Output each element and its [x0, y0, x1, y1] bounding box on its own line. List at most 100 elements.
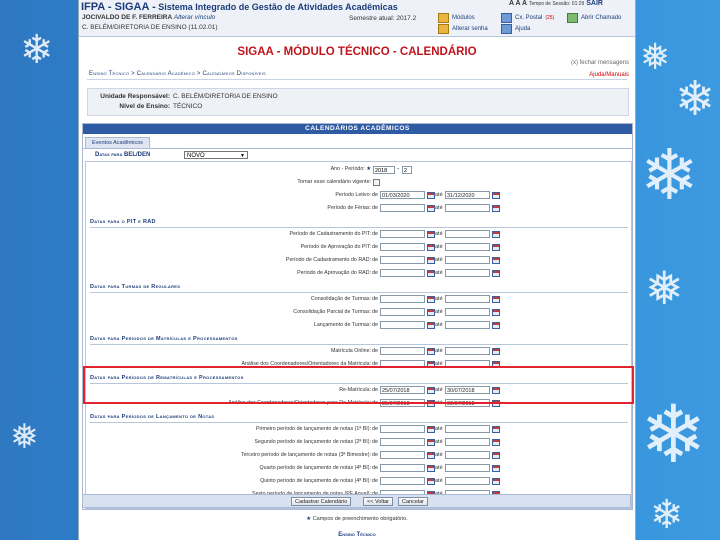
help-icon [501, 23, 512, 34]
calendar-icon[interactable] [427, 231, 435, 238]
calendar-icon[interactable] [492, 244, 500, 251]
start-date-input[interactable] [380, 347, 425, 355]
save-calendar-button[interactable]: Cadastrar Calendário [291, 497, 352, 506]
section-title: Datas para o PIT e RAD [90, 219, 628, 228]
calendar-icon[interactable] [492, 270, 500, 277]
calendar-icon[interactable] [492, 296, 500, 303]
period-input[interactable]: 2 [402, 166, 412, 174]
start-date-input[interactable] [380, 256, 425, 264]
calendar-select[interactable]: NOVO ▼ [184, 151, 248, 159]
calendar-icon[interactable] [427, 309, 435, 316]
de-label: de [372, 231, 379, 237]
end-date-input[interactable] [445, 347, 490, 355]
start-date-input[interactable]: 01/03/2020 [380, 191, 425, 199]
calendar-icon[interactable] [427, 452, 435, 459]
start-date-input[interactable] [380, 438, 425, 446]
calendar-icon[interactable] [427, 205, 435, 212]
start-date-input[interactable] [380, 308, 425, 316]
tab-eventos-academicos[interactable]: Eventos Acadêmicos [85, 137, 151, 148]
calendar-icon[interactable] [427, 426, 435, 433]
end-date-input[interactable] [445, 269, 490, 277]
calendar-icon[interactable] [492, 426, 500, 433]
end-date-input[interactable] [445, 438, 490, 446]
calendar-icon[interactable] [492, 478, 500, 485]
start-date-input[interactable] [380, 204, 425, 212]
calendar-icon[interactable] [427, 257, 435, 264]
calendar-icon[interactable] [492, 452, 500, 459]
row-label: Primeiro período de lançamento de notas … [255, 426, 371, 432]
end-date-input[interactable] [445, 451, 490, 459]
end-date-input[interactable] [445, 256, 490, 264]
calendar-icon[interactable] [492, 231, 500, 238]
snowflake-icon: ❅ [645, 261, 684, 315]
calendar-icon[interactable] [427, 296, 435, 303]
calendar-icon[interactable] [492, 465, 500, 472]
ate-label: até [435, 270, 443, 276]
start-date-input[interactable] [380, 464, 425, 472]
end-date-input[interactable] [445, 230, 490, 238]
end-date-input[interactable] [445, 204, 490, 212]
end-date-input[interactable] [445, 464, 490, 472]
calendar-icon[interactable] [492, 192, 500, 199]
font-size-control[interactable]: A A A [509, 0, 527, 7]
calendar-icon[interactable] [427, 465, 435, 472]
close-messages-link[interactable]: (x) fechar mensagens [571, 60, 629, 66]
calendar-icon[interactable] [427, 244, 435, 251]
calendar-icon[interactable] [427, 270, 435, 277]
mailbox-label: Cx. Postal [515, 14, 543, 21]
session-timer: Tempo de Sessão: 01:29 [528, 1, 585, 7]
start-date-input[interactable] [380, 321, 425, 329]
end-date-input[interactable] [445, 308, 490, 316]
calendar-icon[interactable] [427, 348, 435, 355]
snowflake-icon: ❄ [650, 492, 684, 538]
required-star-icon: ★ [306, 516, 312, 522]
date-range-row: Período de Cadastramento do PIT: de até [86, 230, 631, 240]
end-date-input[interactable] [445, 243, 490, 251]
open-ticket-button[interactable]: Abrir Chamado [567, 12, 621, 23]
de-label: de [372, 426, 379, 432]
modules-label: Módulos [452, 14, 475, 21]
ate-label: até [435, 296, 443, 302]
key-icon [438, 23, 449, 34]
logout-link[interactable]: SAIR [586, 0, 603, 7]
end-date-input[interactable] [445, 295, 490, 303]
help-manuals-link[interactable]: Ajuda/Manuais [589, 72, 629, 78]
help-button[interactable]: Ajuda [501, 23, 530, 34]
start-date-input[interactable] [380, 477, 425, 485]
start-date-input[interactable] [380, 451, 425, 459]
calendar-icon[interactable] [427, 439, 435, 446]
level-label: Nível de Ensino: [119, 103, 170, 110]
start-date-input[interactable] [380, 425, 425, 433]
calendar-icon[interactable] [427, 192, 435, 199]
required-note-text: Campos de preenchimento obrigatório. [312, 516, 408, 522]
de-label: de [372, 296, 379, 302]
start-date-input[interactable] [380, 230, 425, 238]
back-button[interactable]: << Voltar [363, 497, 394, 506]
end-date-input[interactable] [445, 477, 490, 485]
set-current-checkbox[interactable] [373, 179, 380, 186]
calendar-icon[interactable] [492, 205, 500, 212]
end-date-input[interactable] [445, 321, 490, 329]
calendar-icon[interactable] [492, 322, 500, 329]
cancel-button[interactable]: Cancelar [398, 497, 429, 506]
end-date-input[interactable] [445, 425, 490, 433]
change-password-button[interactable]: Alterar senha [438, 23, 488, 34]
mailbox-button[interactable]: Cx. Postal (25) [501, 12, 554, 23]
calendar-icon[interactable] [492, 309, 500, 316]
calendar-icon[interactable] [492, 439, 500, 446]
level-value: TÉCNICO [173, 103, 203, 110]
start-date-input[interactable] [380, 295, 425, 303]
snowflake-icon: ❄ [20, 27, 54, 73]
footer-link[interactable]: Ensino Técnico [79, 532, 635, 538]
start-date-input[interactable] [380, 243, 425, 251]
modules-button[interactable]: Módulos [438, 12, 475, 23]
calendar-icon[interactable] [492, 257, 500, 264]
system-short-name: IFPA - SIGAA - [81, 1, 156, 13]
change-link-vinculo[interactable]: Alterar vínculo [174, 14, 216, 21]
calendar-icon[interactable] [492, 348, 500, 355]
end-date-input[interactable]: 31/12/2020 [445, 191, 490, 199]
year-input[interactable]: 2018 [373, 166, 395, 174]
calendar-icon[interactable] [427, 478, 435, 485]
start-date-input[interactable] [380, 269, 425, 277]
calendar-icon[interactable] [427, 322, 435, 329]
